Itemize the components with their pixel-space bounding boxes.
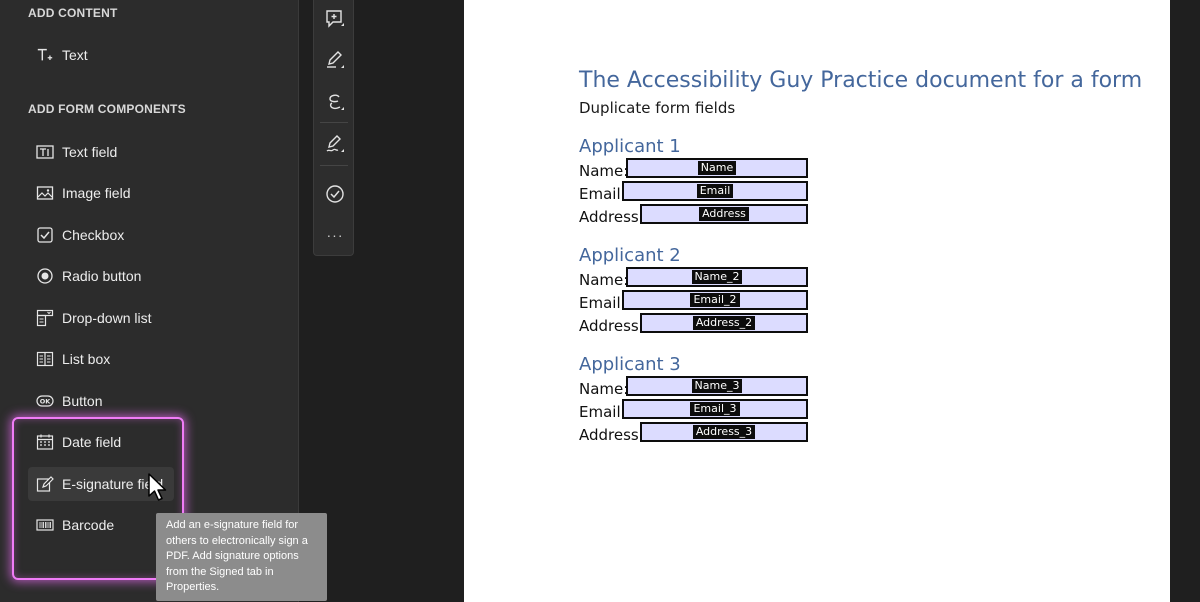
form-field-address[interactable]: Address [640,204,808,224]
form-field-name-tag: Name_3 [691,379,743,393]
form-field-name[interactable]: Name [626,158,808,178]
field-label: Address: [579,317,644,335]
mouse-cursor-icon [148,473,167,501]
field-label: Email: [579,403,626,421]
form-field-name[interactable]: Name_2 [626,267,808,287]
form-field-email[interactable]: Email_2 [622,290,808,310]
sign-pen-icon [326,135,344,152]
form-field-name-tag: Name [697,161,737,175]
form-field-address-tag: Address [699,207,749,221]
form-tools-panel: ADD CONTENT Text ADD FORM COMPONENTS Tex… [0,0,299,602]
field-label: Address: [579,426,644,444]
barcode-icon [36,516,54,534]
applicant-heading: Applicant 1 [579,136,681,157]
draw-tool[interactable] [322,89,348,115]
applicant-heading: Applicant 3 [579,354,681,375]
image-field-tool[interactable]: Image field [28,176,174,210]
checkbox-tool[interactable]: Checkbox [28,218,174,252]
tooltip-line: from the Signed tab in [166,565,274,578]
radio-button-tool[interactable]: Radio button [28,259,174,293]
dropdown-list-label: Drop-down list [62,310,152,326]
checkbox-label: Checkbox [62,227,125,243]
document-title: The Accessibility Guy Practice document … [579,68,1143,93]
pen-highlight-icon [327,51,344,68]
image-icon [36,184,54,202]
field-label: Name: [579,380,629,398]
text-field-icon [36,143,54,161]
list-box-label: List box [62,351,111,367]
button-tool[interactable]: OK Button [28,384,174,418]
field-label: Name: [579,271,629,289]
add-text-tool[interactable]: Text [28,38,174,72]
text-field-label: Text field [62,144,118,160]
date-field-label: Date field [62,434,122,450]
e-signature-tooltip: Add an e-signature field for others to e… [156,513,327,601]
radio-button-icon [36,267,54,285]
barcode-tool[interactable]: Barcode [28,508,174,542]
document-page: The Accessibility Guy Practice document … [464,0,1170,602]
ok-button-icon: OK [36,392,54,410]
text-add-icon [36,46,54,64]
more-tools-button[interactable]: ··· [322,222,348,248]
svg-text:OK: OK [40,398,52,406]
comment-add-icon [326,10,344,28]
form-field-name-tag: Name_2 [691,270,743,284]
lasso-draw-icon [329,94,344,110]
form-field-address[interactable]: Address_3 [640,422,808,442]
add-form-components-title: ADD FORM COMPONENTS [28,102,186,116]
add-content-title: ADD CONTENT [28,6,118,20]
form-field-email-tag: Email [696,184,734,198]
text-field-tool[interactable]: Text field [28,135,174,169]
add-text-label: Text [62,47,88,63]
tooltip-line: Properties. [166,581,220,593]
check-circle-icon [326,185,344,203]
calendar-icon [36,433,54,451]
field-label: Address: [579,208,644,226]
date-field-tool[interactable]: Date field [28,425,174,459]
check-tool[interactable] [322,181,348,207]
checkbox-icon [36,226,54,244]
field-label: Email: [579,294,626,312]
sign-tool[interactable] [322,131,348,157]
form-field-email[interactable]: Email_3 [622,399,808,419]
add-comment-tool[interactable] [322,6,348,32]
form-field-address-tag: Address_2 [692,316,756,330]
field-label: Name: [579,162,629,180]
button-label: Button [62,393,103,409]
toolbar-separator [320,165,348,166]
form-field-email-tag: Email_2 [690,293,740,307]
radio-button-label: Radio button [62,268,142,284]
barcode-label: Barcode [62,517,115,533]
document-subtitle: Duplicate form fields [579,99,736,117]
toolbar-separator [320,122,348,123]
tooltip-line: PDF. Add signature options [166,550,299,562]
applicant-heading: Applicant 2 [579,245,681,266]
tooltip-line: Add an e-signature field for [166,519,299,531]
dropdown-list-icon [36,309,54,327]
form-field-address-tag: Address_3 [692,425,756,439]
highlight-tool[interactable] [322,47,348,73]
form-field-address[interactable]: Address_2 [640,313,808,333]
form-field-email[interactable]: Email [622,181,808,201]
list-box-tool[interactable]: List box [28,342,174,376]
form-field-name[interactable]: Name_3 [626,376,808,396]
tooltip-line: others to electronically sign a [166,534,308,547]
list-box-icon [36,350,54,368]
dropdown-list-tool[interactable]: Drop-down list [28,301,174,335]
image-field-label: Image field [62,185,131,201]
field-label: Email: [579,185,626,203]
signature-pen-icon [36,475,54,493]
quick-tools-toolbar: ··· [313,0,354,256]
form-field-email-tag: Email_3 [690,402,740,416]
